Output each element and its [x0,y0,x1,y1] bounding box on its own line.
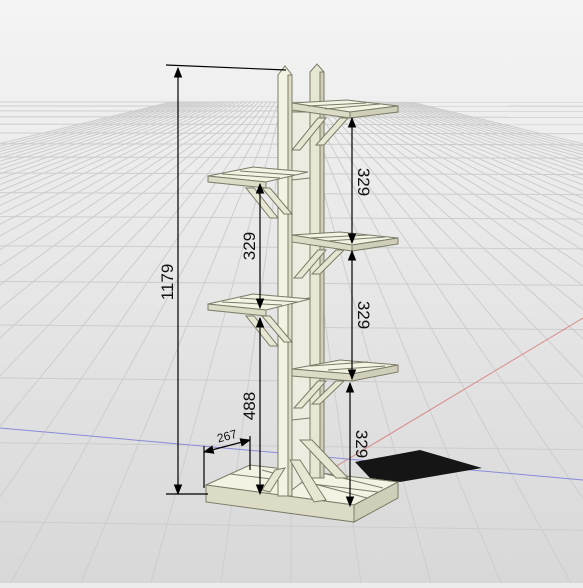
dim-total-height-label: 1179 [158,264,177,301]
front-post [278,66,292,496]
dim-right-lower-label: 329 [352,430,371,458]
cad-viewport[interactable]: 1179 329 488 267 329 329 329 [0,0,583,583]
plant-stand-drawing: 1179 329 488 267 329 329 329 [0,0,583,583]
dim-right-middle-label: 329 [354,301,373,329]
dim-right-upper-label: 329 [354,168,373,196]
dim-left-spacing-label: 329 [240,232,259,260]
dim-left-base-label: 488 [240,392,259,420]
